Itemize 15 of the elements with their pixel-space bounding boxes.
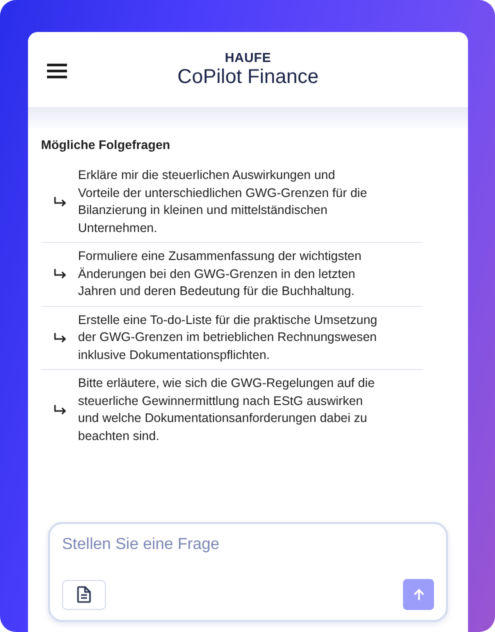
app-title: CoPilot Finance [177, 66, 319, 89]
follow-up-question[interactable]: Bitte erläutere, wie sich die GWG-Regelungen auf die steuerliche Gewinnermittlung nach EStG auswirken und welche Dokumentationsanforderungen dabei zu beachten sind. [41, 370, 423, 450]
return-arrow-icon [53, 268, 67, 280]
menu-icon [46, 63, 68, 79]
return-arrow-icon [53, 196, 67, 208]
follow-up-question[interactable]: Erkläre mir die steuerlichen Auswirkungen und Vorteile der unterschiedlichen GWG-Grenzen für die Bilanzierung in kleinen und mittelständischen Unternehmen. [41, 162, 423, 243]
follow-up-question[interactable]: Erstelle eine To-do-Liste für die praktische Umsetzung der GWG-Grenzen im betrieblichen Rechnungswesen inklusive Dokumentationspflichten. [41, 306, 423, 370]
follow-up-question[interactable]: Formuliere eine Zusammenfassung der wichtigsten Änderungen bei den GWG-Grenzen in den letzten Jahren und deren Bedeutung für die Buchhaltung. [41, 243, 423, 306]
arrow-up-icon [412, 588, 424, 601]
document-icon [77, 586, 91, 603]
section-heading: Mögliche Folgefragen [41, 138, 172, 152]
brand-name: HAUFE [224, 50, 272, 65]
return-arrow-icon [53, 332, 67, 344]
return-arrow-icon [53, 404, 67, 416]
attach-document-button[interactable] [62, 580, 106, 610]
